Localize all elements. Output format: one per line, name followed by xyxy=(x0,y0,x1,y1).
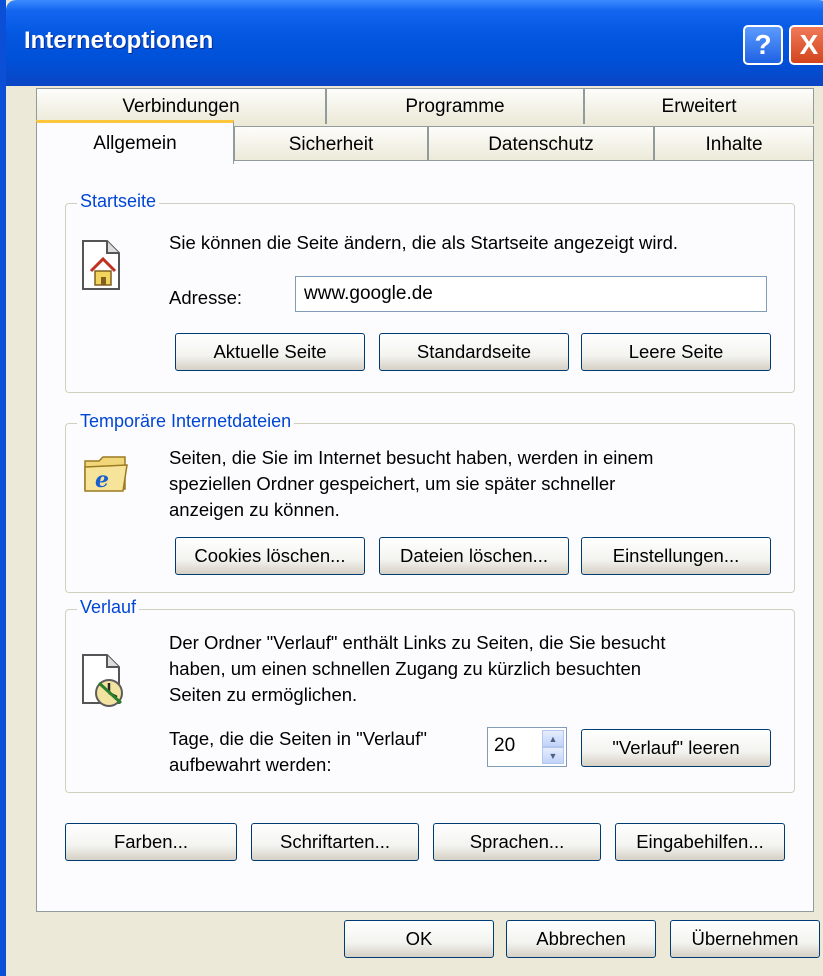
help-button[interactable]: ? xyxy=(743,25,783,65)
history-description-line-3: Seiten zu ermöglichen. xyxy=(169,684,358,705)
spinner-buttons: ▲ ▼ xyxy=(542,730,564,764)
blank-page-button[interactable]: Leere Seite xyxy=(581,333,771,371)
internet-options-dialog: Internetoptionen ? X Verbindungen Progra… xyxy=(0,0,823,976)
temp-description-line-1: Seiten, die Sie im Internet besucht habe… xyxy=(169,447,654,468)
ok-button[interactable]: OK xyxy=(344,920,494,958)
svg-text:e: e xyxy=(95,467,109,493)
colors-button[interactable]: Farben... xyxy=(65,823,237,861)
default-page-button[interactable]: Standardseite xyxy=(379,333,569,371)
tab-erweitert[interactable]: Erweitert xyxy=(584,88,814,124)
tab-panel-allgemein: Startseite Sie können die Seite ändern, … xyxy=(36,160,814,912)
delete-files-button[interactable]: Dateien löschen... xyxy=(379,537,569,575)
history-group-title: Verlauf xyxy=(77,597,140,618)
fonts-button[interactable]: Schriftarten... xyxy=(251,823,419,861)
current-page-button[interactable]: Aktuelle Seite xyxy=(175,333,365,371)
accessibility-button[interactable]: Eingabehilfen... xyxy=(615,823,785,861)
ie-folder-icon: e xyxy=(84,456,128,493)
history-icon xyxy=(82,654,123,707)
window-title: Internetoptionen xyxy=(24,27,214,54)
address-label: Adresse: xyxy=(169,287,243,308)
days-value[interactable]: 20 xyxy=(494,735,515,757)
title-bar[interactable]: Internetoptionen ? X xyxy=(6,0,823,86)
tab-sicherheit[interactable]: Sicherheit xyxy=(234,126,428,162)
tab-datenschutz[interactable]: Datenschutz xyxy=(428,126,654,162)
history-description-line-1: Der Ordner "Verlauf" enthält Links zu Se… xyxy=(169,632,666,653)
home-page-icon xyxy=(82,240,120,290)
languages-button[interactable]: Sprachen... xyxy=(433,823,601,861)
startseite-description: Sie können die Seite ändern, die als Sta… xyxy=(169,232,679,253)
tab-programme[interactable]: Programme xyxy=(326,88,584,124)
clear-history-button[interactable]: "Verlauf" leeren xyxy=(581,729,771,767)
tab-inhalte[interactable]: Inhalte xyxy=(654,126,814,162)
cancel-button[interactable]: Abbrechen xyxy=(506,920,656,958)
temp-description-line-3: anzeigen zu können. xyxy=(169,499,340,520)
days-label-line-2: aufbewahrt werden: xyxy=(169,754,332,775)
spin-down-arrow-icon[interactable]: ▼ xyxy=(542,747,564,764)
history-description-line-2: haben, um einen schnellen Zugang zu kürz… xyxy=(169,658,642,679)
tab-verbindungen[interactable]: Verbindungen xyxy=(36,88,326,124)
temp-description-line-2: speziellen Ordner gespeichert, um sie sp… xyxy=(169,473,616,494)
close-button[interactable]: X xyxy=(789,25,823,65)
spin-up-arrow-icon[interactable]: ▲ xyxy=(542,730,564,747)
days-label-line-1: Tage, die die Seiten in "Verlauf" xyxy=(169,728,427,749)
startseite-group-title: Startseite xyxy=(77,191,160,212)
tab-allgemein[interactable]: Allgemein xyxy=(36,120,234,164)
apply-button[interactable]: Übernehmen xyxy=(670,920,820,958)
temp-settings-button[interactable]: Einstellungen... xyxy=(581,537,771,575)
temp-files-group-title: Temporäre Internetdateien xyxy=(77,411,295,432)
address-input[interactable] xyxy=(295,276,767,312)
delete-cookies-button[interactable]: Cookies löschen... xyxy=(175,537,365,575)
days-spinner[interactable]: 20 ▲ ▼ xyxy=(487,727,567,767)
